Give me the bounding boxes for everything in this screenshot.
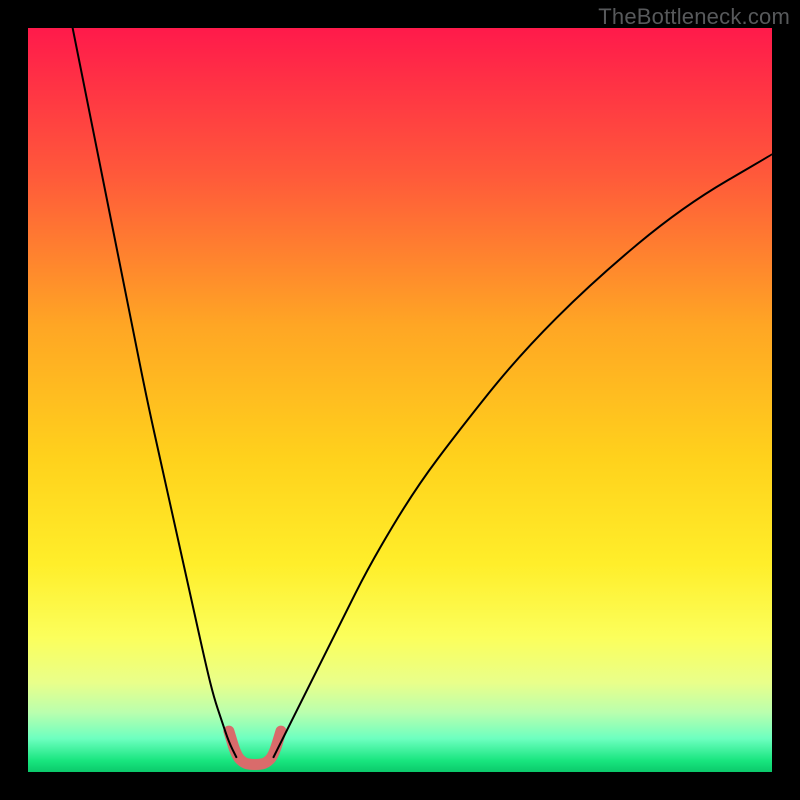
valley-highlight xyxy=(229,731,281,764)
chart-frame: TheBottleneck.com xyxy=(0,0,800,800)
right-branch xyxy=(274,154,772,757)
curve-layer xyxy=(28,28,772,772)
plot-area xyxy=(28,28,772,772)
left-branch xyxy=(73,28,237,757)
watermark-text: TheBottleneck.com xyxy=(598,4,790,30)
